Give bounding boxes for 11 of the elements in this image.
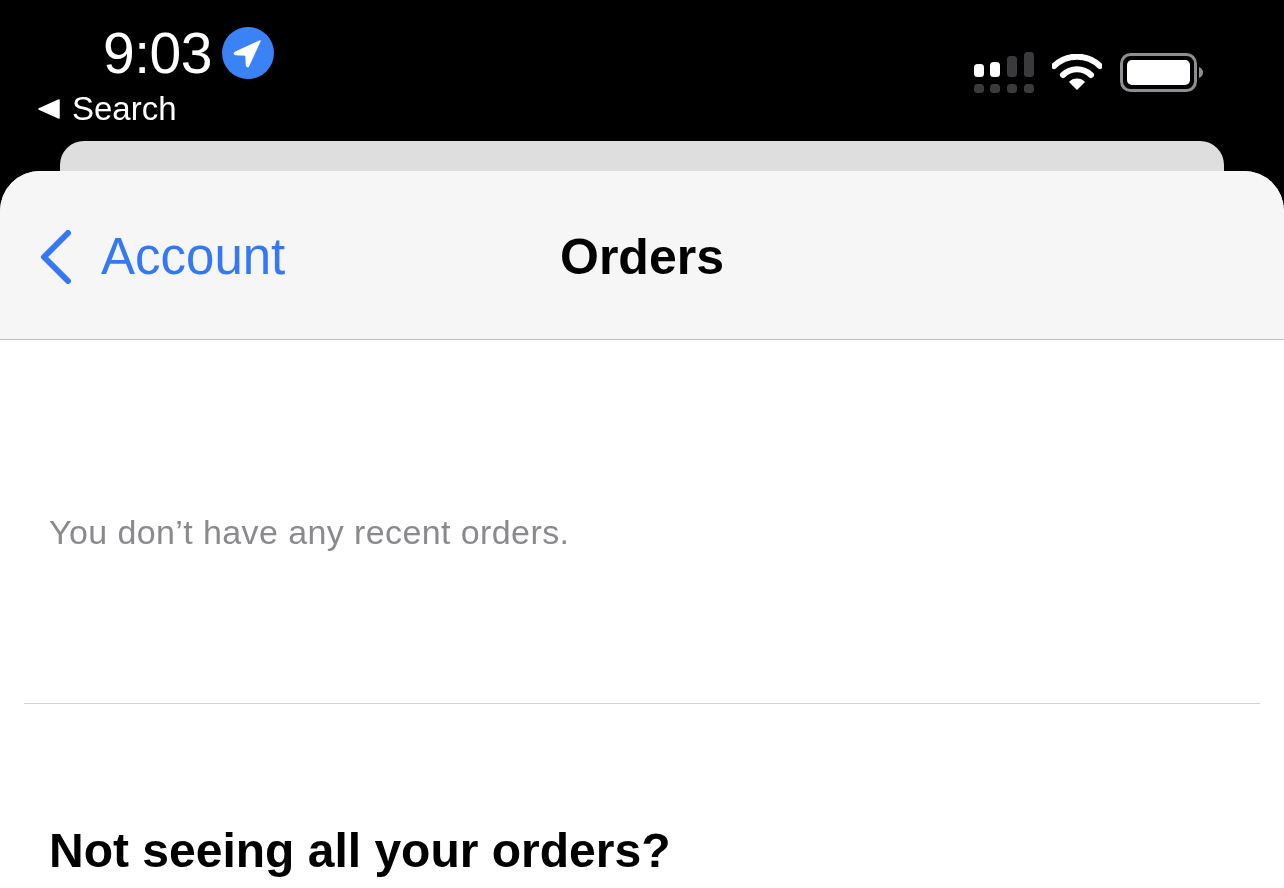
page-title: Orders xyxy=(560,228,724,285)
status-time: 9:03 xyxy=(103,26,212,80)
empty-message: You don’t have any recent orders. xyxy=(49,512,571,552)
back-triangle-icon xyxy=(38,99,60,119)
section-heading: Not seeing all your orders? xyxy=(49,823,672,879)
back-to-search-button[interactable]: Search xyxy=(38,91,177,127)
chevron-left-icon xyxy=(40,230,72,284)
back-button[interactable]: Account xyxy=(40,229,286,285)
battery-icon xyxy=(1120,53,1203,92)
signal-icon xyxy=(974,52,1034,93)
wifi-icon xyxy=(1052,54,1102,91)
